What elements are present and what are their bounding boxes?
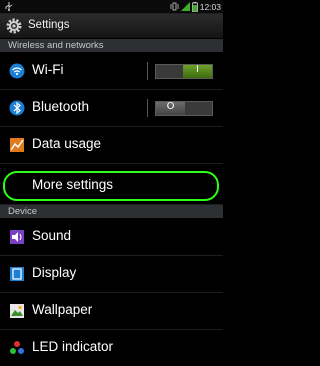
- settings-item-label: Data usage: [32, 136, 102, 151]
- settings-item-wifi[interactable]: Wi-Fi I: [0, 53, 223, 90]
- settings-item-label: Wi-Fi: [32, 62, 64, 77]
- settings-item-wallpaper[interactable]: Wallpaper: [0, 293, 223, 330]
- settings-item-label: Sound: [32, 228, 72, 243]
- settings-icon: [6, 18, 22, 34]
- settings-item-data-usage[interactable]: Data usage: [0, 127, 223, 164]
- highlight-annotation: [3, 171, 219, 201]
- vibrate-icon: [170, 2, 179, 11]
- display-icon: [10, 267, 24, 281]
- settings-item-display[interactable]: Display: [0, 256, 223, 293]
- page-title: Settings: [28, 19, 70, 31]
- status-bar: 12:03: [0, 0, 223, 14]
- settings-item-led-indicator[interactable]: LED indicator: [0, 330, 223, 366]
- led-indicator-icon: [10, 341, 24, 354]
- wallpaper-icon: [10, 304, 24, 318]
- wifi-toggle[interactable]: I: [155, 64, 213, 79]
- usb-icon: [5, 2, 13, 11]
- section-header-wireless: Wireless and networks: [0, 39, 223, 52]
- wifi-icon: [9, 63, 25, 79]
- sound-icon: [10, 230, 24, 244]
- settings-item-label: LED indicator: [32, 339, 114, 354]
- toggle-knob: I: [183, 64, 212, 78]
- section-header-device: Device: [0, 205, 223, 218]
- toggle-knob: O: [156, 101, 185, 115]
- divider: [147, 62, 148, 80]
- signal-icon: [180, 2, 190, 11]
- bluetooth-icon: [9, 100, 25, 116]
- title-bar: Settings: [0, 14, 223, 38]
- status-time: 12:03: [199, 1, 221, 12]
- settings-item-label: Display: [32, 265, 77, 280]
- battery-icon: [191, 1, 198, 12]
- divider: [147, 99, 148, 117]
- settings-item-sound[interactable]: Sound: [0, 219, 223, 256]
- data-usage-icon: [10, 138, 24, 152]
- settings-item-bluetooth[interactable]: Bluetooth O: [0, 90, 223, 127]
- bluetooth-toggle[interactable]: O: [155, 101, 213, 116]
- settings-item-label: Wallpaper: [32, 302, 93, 317]
- settings-item-label: Bluetooth: [32, 99, 90, 114]
